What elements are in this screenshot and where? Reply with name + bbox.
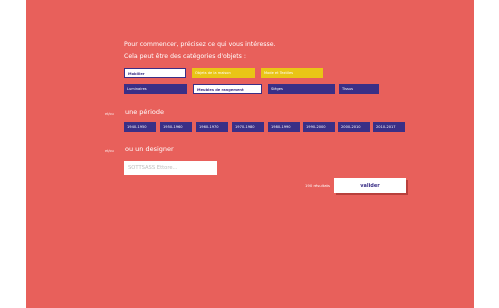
category-tissus[interactable]: Tissus [339, 84, 379, 94]
designer-title: ou un designer [125, 145, 174, 153]
category-mobilier[interactable]: Mobilier [124, 68, 186, 78]
validate-button[interactable]: valider [334, 178, 406, 193]
results-count: 190 résultats [305, 183, 330, 188]
search-panel: Pour commencer, précisez ce qui vous int… [26, 0, 474, 308]
period-chip[interactable]: 1990-2000 [303, 122, 335, 132]
designer-search-input[interactable] [124, 161, 217, 175]
period-chip[interactable]: 1970-1980 [232, 122, 264, 132]
category-objets-maison[interactable]: Objets de la maison [192, 68, 255, 78]
intro-subheading: Cela peut être des catégories d'objets : [124, 53, 246, 60]
category-luminaires[interactable]: Luminaires [124, 84, 187, 94]
period-chip[interactable]: 1940-1950 [124, 122, 156, 132]
period-title: une période [125, 108, 165, 116]
category-mode-textiles[interactable]: Mode et Textiles [261, 68, 323, 78]
category-meubles-rangement[interactable]: Meubles de rangement [193, 84, 262, 94]
designer-or-label: et/ou [105, 149, 114, 153]
period-chip[interactable]: 2010-2017 [373, 122, 405, 132]
period-chip[interactable]: 1950-1960 [160, 122, 192, 132]
period-chip[interactable]: 1960-1970 [196, 122, 228, 132]
intro-heading: Pour commencer, précisez ce qui vous int… [124, 41, 276, 48]
period-or-label: et/ou [105, 112, 114, 116]
period-chip[interactable]: 2000-2010 [338, 122, 370, 132]
period-chip[interactable]: 1980-1990 [268, 122, 300, 132]
category-sieges[interactable]: Sièges [268, 84, 335, 94]
